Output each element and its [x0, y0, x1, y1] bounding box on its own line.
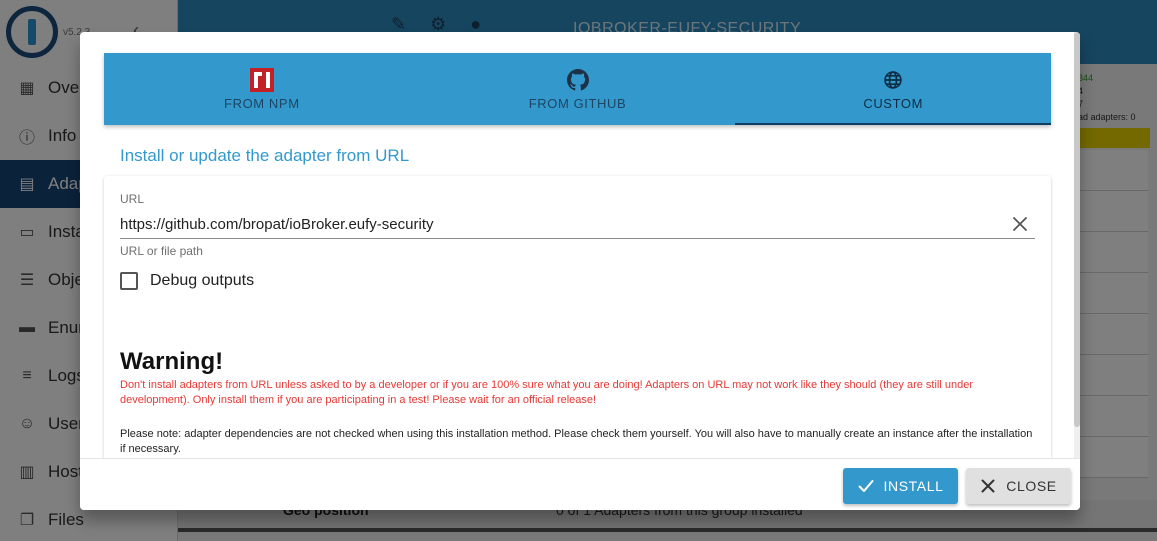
custom-install-card: URL URL or file path Debug outputs Warni…	[104, 176, 1051, 458]
warning-text: Don't install adapters from URL unless a…	[120, 379, 974, 406]
close-icon	[980, 478, 996, 494]
check-icon	[858, 478, 874, 494]
debug-outputs-checkbox[interactable]	[120, 272, 138, 290]
tab-label: FROM GITHUB	[528, 95, 627, 111]
tab-label: CUSTOM	[863, 95, 924, 111]
install-label: INSTALL	[883, 478, 944, 494]
debug-outputs-label: Debug outputs	[150, 272, 255, 289]
dialog-content: FROM NPM FROM GITHUB CUSTOM Install or u…	[80, 32, 1080, 458]
tab-indicator	[735, 123, 1052, 125]
globe-icon	[881, 68, 905, 92]
close-icon	[1013, 217, 1027, 231]
url-label: URL	[120, 192, 145, 206]
scrollbar-thumb[interactable]	[1074, 32, 1080, 427]
debug-outputs-checkbox-row[interactable]: Debug outputs	[120, 272, 254, 290]
tab-label: FROM NPM	[224, 95, 300, 111]
warning-title: Warning!	[120, 348, 224, 375]
install-from-url-dialog: FROM NPM FROM GITHUB CUSTOM Install or u…	[80, 32, 1080, 510]
url-input[interactable]	[120, 210, 1035, 239]
source-tabs: FROM NPM FROM GITHUB CUSTOM	[104, 53, 1052, 125]
tab-custom[interactable]: CUSTOM	[735, 53, 1052, 125]
dependency-note: Please note: adapter dependencies are no…	[120, 428, 1033, 455]
npm-icon	[249, 67, 274, 92]
close-button[interactable]: CLOSE	[966, 468, 1071, 504]
url-helper-text: URL or file path	[120, 244, 203, 258]
section-title: Install or update the adapter from URL	[120, 146, 410, 165]
github-icon	[566, 68, 590, 92]
close-label: CLOSE	[1006, 478, 1057, 494]
tab-from-github[interactable]: FROM GITHUB	[420, 53, 736, 125]
dialog-actions: INSTALL CLOSE	[80, 458, 1080, 510]
dialog-scrollbar[interactable]	[1074, 32, 1080, 458]
tab-from-npm[interactable]: FROM NPM	[104, 53, 420, 125]
install-button[interactable]: INSTALL	[843, 468, 958, 504]
clear-url-button[interactable]	[1009, 213, 1031, 235]
